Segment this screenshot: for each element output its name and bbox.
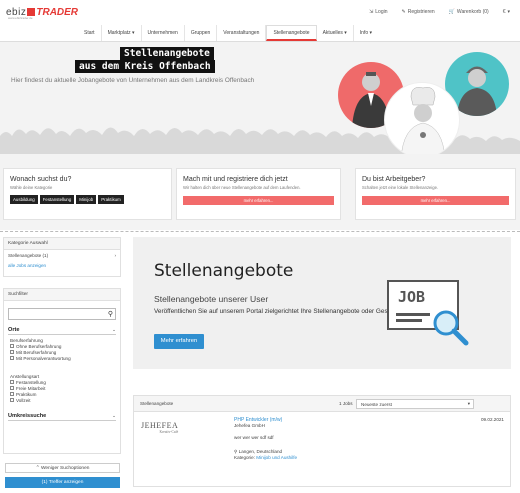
search-icon: ⚲: [107, 311, 113, 318]
sort-select[interactable]: Neueste zuerst ▾: [356, 399, 474, 409]
login-icon: ⇲: [369, 9, 374, 15]
nav-item-info[interactable]: Info ▾: [354, 25, 378, 41]
promo-subtitle: Stellenangebote unserer User: [154, 294, 269, 304]
job-category: Kategorie: Minijob und Aushilfe: [234, 455, 298, 460]
login-link[interactable]: ⇲ Login: [369, 9, 387, 15]
chevron-down-icon: ⌄: [112, 327, 116, 332]
chef-figure: [401, 87, 445, 154]
nav-item-aktuelles[interactable]: Aktuelles ▾: [317, 25, 354, 41]
promo-title: Stellenangebote: [154, 261, 294, 281]
company-logo-sub: Kreativ-Café: [159, 430, 179, 434]
logo-subtitle: www.ebiztrader.de: [8, 16, 33, 20]
list-item[interactable]: JEHEFEA Kreativ-Café PHP Entwickler (m/w…: [134, 413, 510, 486]
nav-item-veranstaltungen[interactable]: Veranstaltungen: [217, 25, 267, 41]
job-category-link[interactable]: Minijob und Aushilfe: [256, 455, 297, 460]
register-icon: ✎: [401, 9, 406, 15]
nav-item-unternehmen[interactable]: Unternehmen: [142, 25, 185, 41]
card-employer: Du bist Arbeitgeber? Schalten jetzt eine…: [355, 168, 516, 220]
umkreis-section-toggle[interactable]: Umkreissuche ⌄: [8, 413, 116, 421]
promo-text: Veröffentlichen Sie auf unserem Portal z…: [154, 308, 404, 315]
anstellungsart-group: Anstellungsart Festanstellung Freie Mita…: [10, 374, 116, 403]
nav-item-stellenangebote[interactable]: Stellenangebote: [266, 25, 317, 41]
nav-item-gruppen[interactable]: Gruppen: [185, 25, 218, 41]
nav-item-marktplatz[interactable]: Marktplatz ▾: [102, 25, 142, 41]
hero-title-line1: Stellenangebote: [120, 47, 214, 60]
card-register-button[interactable]: mehr erfahren...: [183, 196, 334, 205]
category-panel: Kategorie Auswahl Stellenangebote (1) › …: [3, 237, 121, 277]
results-panel: Stellenangebote 1 Jobs Neueste zuerst ▾ …: [133, 395, 511, 487]
main-nav: Start Marktplatz ▾ Unternehmen Gruppen V…: [78, 25, 378, 41]
chevron-down-icon: ▾: [467, 401, 470, 406]
filter-panel-head: Suchfilter: [4, 289, 120, 301]
currency-selector[interactable]: € ▾: [503, 9, 510, 15]
card-register-text: Wir halten dich über neue Stellenangebot…: [183, 185, 301, 190]
umkreis-title: Umkreissuche: [8, 413, 47, 419]
logo-accent: TRADER: [36, 6, 79, 18]
job-icon-text: JOB: [398, 288, 426, 306]
hero-banner: [0, 42, 520, 154]
register-link[interactable]: ✎ Registrieren: [402, 9, 435, 15]
category-item[interactable]: Stellenangebote (1) ›: [4, 250, 120, 261]
card-search-title: Wonach suchst du?: [10, 176, 72, 183]
category-button-ausbildung[interactable]: Ausbildung: [10, 195, 38, 204]
category-buttons: Ausbildung Festanstellung Minijob Prakti…: [10, 195, 165, 204]
search-input[interactable]: ⚲: [8, 308, 116, 320]
results-count: 1 Jobs: [339, 401, 353, 406]
company-logo: JEHEFEA Kreativ-Café: [141, 421, 178, 434]
job-description: wer wer wer sdf sdf: [234, 435, 274, 440]
cart-link[interactable]: 🛒 Warenkorb (0): [449, 9, 489, 15]
hero-subtitle: Hier findest du aktuelle Jobangebote von…: [11, 77, 255, 84]
cart-icon: 🛒: [448, 9, 455, 15]
card-employer-text: Schalten jetzt eine lokale Stellenanzeig…: [362, 185, 439, 190]
company-logo-text: JEHEFEA: [141, 421, 179, 430]
section-divider: [0, 231, 520, 232]
hero-circle-chef: [384, 82, 460, 154]
job-search-icon: JOB: [386, 279, 474, 347]
category-button-festanstellung[interactable]: Festanstellung: [39, 195, 75, 204]
job-company: Jehefea GmbH: [234, 423, 265, 428]
less-options-button[interactable]: ⌃ Weniger Suchoptionen: [5, 463, 120, 473]
job-date: 09.02.2021: [481, 417, 504, 422]
nav-item-start[interactable]: Start: [78, 25, 102, 41]
card-employer-title: Du bist Arbeitgeber?: [362, 176, 426, 183]
chevron-down-icon: ▾: [507, 9, 510, 15]
logo-mark: [27, 8, 36, 16]
category-button-minijob[interactable]: Minijob: [76, 195, 97, 204]
hero-title-line2: aus dem Kreis Offenbach: [75, 60, 215, 73]
results-header-label: Stellenangebote: [140, 401, 174, 406]
promo-more-button[interactable]: Mehr erfahren: [154, 334, 204, 349]
card-search-text: Wähle deine Kategorie: [10, 185, 53, 190]
chevron-right-icon: ›: [114, 253, 116, 258]
card-employer-button[interactable]: mehr erfahren...: [362, 196, 509, 205]
category-panel-head: Kategorie Auswahl: [4, 238, 120, 250]
promo-box: Stellenangebote Stellenangebote unserer …: [133, 237, 511, 369]
berufserfahrung-group: Berufserfahrung Ohne Berufserfahrung Mit…: [10, 338, 116, 361]
ort-title: Orte: [8, 327, 20, 333]
top-links: ⇲ Login ✎ Registrieren 🛒 Warenkorb (0) € ▾: [369, 9, 510, 15]
all-jobs-link[interactable]: alle Jobs anzeigen: [4, 261, 120, 270]
show-results-button[interactable]: (1) Treffer anzeigen: [5, 477, 120, 488]
card-register: Mach mit und registriere dich jetzt Wir …: [176, 168, 341, 220]
card-search: Wonach suchst du? Wähle deine Kategorie …: [3, 168, 172, 220]
filter-panel: Suchfilter ⚲ Orte ⌄ Berufserfahrung Ohne…: [3, 288, 121, 454]
results-header: Stellenangebote 1 Jobs Neueste zuerst ▾: [134, 396, 510, 412]
card-register-title: Mach mit und registriere dich jetzt: [183, 176, 288, 183]
chevron-down-icon: ⌄: [112, 413, 116, 418]
ort-section-toggle[interactable]: Orte ⌄: [8, 327, 116, 335]
checkbox-vollzeit[interactable]: Vollzeit: [10, 397, 116, 403]
category-button-praktikum[interactable]: Praktikum: [98, 195, 124, 204]
checkbox-mit-personalverantwortung[interactable]: Mit Personalverantwortung: [10, 355, 116, 361]
